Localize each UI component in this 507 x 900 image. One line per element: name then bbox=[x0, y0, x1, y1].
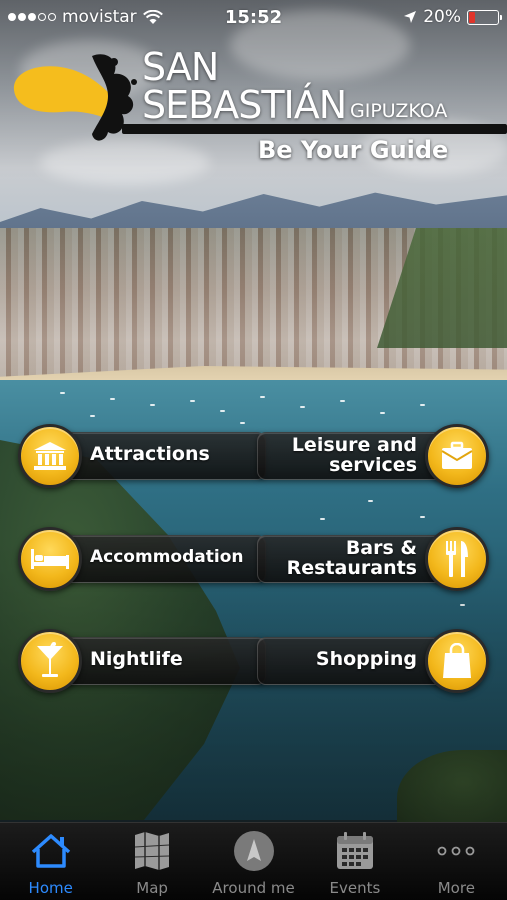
bars-icon-circle bbox=[425, 527, 489, 591]
tab-map-label: Map bbox=[136, 879, 168, 897]
logo-tagline: Be Your Guide bbox=[258, 136, 449, 164]
tab-home-label: Home bbox=[28, 879, 73, 897]
shopping-icon-circle bbox=[425, 629, 489, 693]
status-right: 20% bbox=[403, 7, 502, 27]
shopping-bag-icon bbox=[443, 643, 471, 678]
app-logo: SAN SEBASTIÁN GIPUZKOA Be Your Guide bbox=[10, 40, 507, 170]
tab-events[interactable]: Events bbox=[304, 823, 405, 900]
status-bar: movistar 15:52 20% bbox=[0, 0, 507, 34]
nightlife-label: Nightlife bbox=[90, 648, 183, 670]
leisure-services-button[interactable]: Leisure and services bbox=[257, 424, 489, 488]
battery-percent: 20% bbox=[423, 7, 461, 27]
signal-strength-icon bbox=[8, 13, 56, 21]
home-icon bbox=[29, 829, 73, 873]
tab-more-label: More bbox=[437, 879, 475, 897]
wifi-icon bbox=[142, 9, 163, 24]
leisure-services-label: Leisure and services bbox=[292, 435, 417, 475]
cocktail-icon bbox=[37, 642, 63, 677]
leisure-label-line-2: services bbox=[329, 454, 417, 476]
accommodation-button[interactable]: Accommodation bbox=[18, 527, 266, 591]
tab-bar: Home Map Around me Events More bbox=[0, 822, 507, 900]
fork-knife-icon bbox=[446, 541, 468, 577]
around-me-icon bbox=[232, 829, 276, 873]
bars-restaurants-button[interactable]: Bars & Restaurants bbox=[257, 527, 489, 591]
bars-restaurants-label: Bars & Restaurants bbox=[287, 538, 417, 578]
nightlife-icon-circle bbox=[18, 629, 82, 693]
accommodation-label: Accommodation bbox=[90, 547, 244, 567]
attractions-button[interactable]: Attractions bbox=[18, 424, 266, 488]
nightlife-button[interactable]: Nightlife bbox=[18, 629, 266, 693]
tab-events-label: Events bbox=[329, 879, 381, 897]
tab-around-me-label: Around me bbox=[212, 879, 295, 897]
logo-region: GIPUZKOA bbox=[350, 100, 448, 122]
calendar-icon bbox=[333, 829, 377, 873]
map-icon bbox=[130, 829, 174, 873]
logo-line-2: SEBASTIÁN bbox=[142, 83, 347, 127]
leisure-label-line-1: Leisure and bbox=[291, 434, 417, 456]
logo-divider bbox=[122, 124, 507, 134]
bars-label-line-1: Bars & bbox=[345, 537, 417, 559]
briefcase-icon bbox=[441, 441, 473, 469]
tab-home[interactable]: Home bbox=[0, 823, 101, 900]
leisure-icon-circle bbox=[425, 424, 489, 488]
tab-around-me[interactable]: Around me bbox=[203, 823, 304, 900]
attractions-label: Attractions bbox=[90, 443, 210, 465]
accommodation-icon-circle bbox=[18, 527, 82, 591]
logo-line-1: SAN bbox=[142, 45, 219, 89]
shopping-button[interactable]: Shopping bbox=[257, 629, 489, 693]
shopping-label: Shopping bbox=[315, 648, 417, 670]
clock: 15:52 bbox=[224, 6, 283, 28]
tab-map[interactable]: Map bbox=[101, 823, 202, 900]
status-left: movistar bbox=[8, 7, 163, 27]
attractions-icon-circle bbox=[18, 424, 82, 488]
battery-fill bbox=[469, 11, 475, 23]
monument-icon bbox=[34, 442, 66, 470]
bed-icon bbox=[31, 549, 69, 569]
tab-more[interactable]: More bbox=[406, 823, 507, 900]
more-dots-icon bbox=[434, 829, 478, 873]
location-arrow-icon bbox=[404, 11, 417, 23]
carrier-name: movistar bbox=[62, 7, 137, 27]
battery-icon bbox=[467, 9, 502, 25]
bars-label-line-2: Restaurants bbox=[286, 557, 417, 579]
